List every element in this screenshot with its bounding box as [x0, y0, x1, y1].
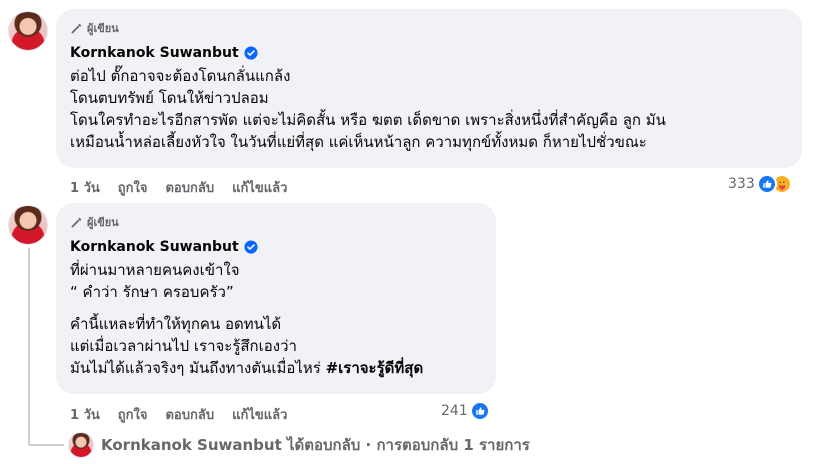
comment-bubble: ผู้เขียน Kornkanok Suwanbut ที่ผ่านมาหลา… — [56, 203, 496, 394]
comment-line: โดนตบทรัพย์ โดนให้ข่าวปลอม — [70, 89, 269, 107]
comment-actions: 1 วัน ถูกใจ ตอบกลับ แก้ไขแล้ว — [70, 404, 287, 425]
like-icon — [469, 401, 490, 421]
like-button[interactable]: ถูกใจ — [118, 404, 148, 425]
like-icon — [756, 174, 777, 194]
comment-text: ที่ผ่านมาหลายคนคงเข้าใจ “ คำว่า รักษา คร… — [70, 259, 482, 379]
edited-label[interactable]: แก้ไขแล้ว — [232, 404, 287, 425]
reaction-count: 333 — [728, 176, 755, 192]
comment-text: ต่อไป ตั๊กอาจจะต้องโดนกลั่นแกล้ง โดนตบทร… — [70, 65, 788, 153]
author-name[interactable]: Kornkanok Suwanbut — [70, 239, 239, 255]
reaction-summary[interactable]: 241 — [441, 401, 490, 421]
verified-badge-icon — [244, 240, 258, 254]
thread-line — [28, 248, 30, 444]
edited-label[interactable]: แก้ไขแล้ว — [232, 177, 287, 198]
hashtag-link[interactable]: #เราจะรู้ดีที่สุด — [326, 359, 424, 377]
badge-label: ผู้เขียน — [87, 22, 119, 35]
comment-line: เหมือนน้ำหล่อเลี้ยงหัวใจ ในวันที่แย่ที่ส… — [70, 133, 647, 151]
avatar[interactable] — [8, 11, 48, 51]
reaction-count: 241 — [441, 403, 468, 419]
comment-bubble: ผู้เขียน Kornkanok Suwanbut ต่อไป ตั๊กอา… — [56, 9, 802, 168]
author-badge: ผู้เขียน — [70, 19, 788, 37]
comment-line: ต่อไป ตั๊กอาจจะต้องโดนกลั่นแกล้ง — [70, 67, 291, 85]
comment-line-text: มันไม่ได้แล้วจริงๆ มันถึงทางตันเมื่อไหร่ — [70, 359, 326, 377]
badge-label: ผู้เขียน — [87, 216, 119, 229]
comment-line: มันไม่ได้แล้วจริงๆ มันถึงทางตันเมื่อไหร่… — [70, 357, 482, 379]
avatar[interactable] — [68, 432, 94, 458]
pencil-icon — [71, 217, 82, 227]
avatar[interactable] — [8, 205, 48, 245]
thread-line — [28, 444, 64, 446]
like-button[interactable]: ถูกใจ — [118, 177, 148, 198]
comment-line: ที่ผ่านมาหลายคนคงเข้าใจ — [70, 261, 240, 279]
comment-line: แต่เมื่อเวลาผ่านไป เราจะรู้สึกเองว่า — [70, 337, 297, 355]
verified-badge-icon — [244, 46, 258, 60]
timestamp[interactable]: 1 วัน — [70, 404, 100, 425]
reaction-summary[interactable]: 333 — [728, 174, 792, 194]
timestamp[interactable]: 1 วัน — [70, 177, 100, 198]
comment-line: คำนี้แหละที่ทำให้ทุกคน อดทนได้ — [70, 315, 282, 333]
reply-button[interactable]: ตอบกลับ — [165, 177, 214, 198]
author-badge: ผู้เขียน — [70, 213, 482, 231]
pencil-icon — [71, 23, 82, 33]
view-replies-link[interactable]: Kornkanok Suwanbut ได้ตอบกลับ · การตอบกล… — [101, 433, 530, 457]
comment-actions: 1 วัน ถูกใจ ตอบกลับ แก้ไขแล้ว — [70, 177, 287, 198]
reply-button[interactable]: ตอบกลับ — [165, 404, 214, 425]
comment-line: โดนใครทำอะไรอีกสารพัด แต่จะไม่คิดสั้น หร… — [70, 111, 666, 129]
author-name[interactable]: Kornkanok Suwanbut — [70, 45, 239, 61]
comment-line: “ คำว่า รักษา ครอบครัว” — [70, 283, 234, 301]
